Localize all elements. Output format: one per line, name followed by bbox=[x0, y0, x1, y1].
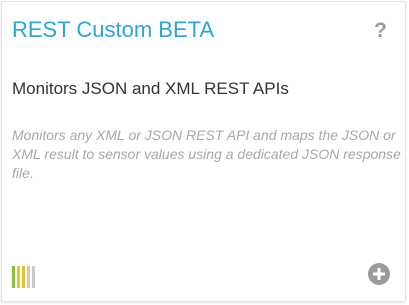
card-subtitle: Monitors JSON and XML REST APIs bbox=[12, 79, 289, 98]
card-title: REST Custom BETA bbox=[12, 17, 215, 42]
priority-bars bbox=[12, 266, 35, 288]
priority-bar-3 bbox=[22, 266, 25, 288]
sensor-card[interactable]: REST Custom BETA ? Monitors JSON and XML… bbox=[1, 1, 406, 302]
card-description: Monitors any XML or JSON REST API and ma… bbox=[12, 127, 401, 181]
priority-bar-1 bbox=[12, 266, 15, 288]
priority-bar-5 bbox=[32, 266, 35, 288]
add-sensor-button[interactable] bbox=[368, 263, 390, 285]
priority-bar-4 bbox=[27, 266, 30, 288]
priority-bar-2 bbox=[17, 266, 20, 288]
help-icon[interactable]: ? bbox=[374, 19, 387, 43]
